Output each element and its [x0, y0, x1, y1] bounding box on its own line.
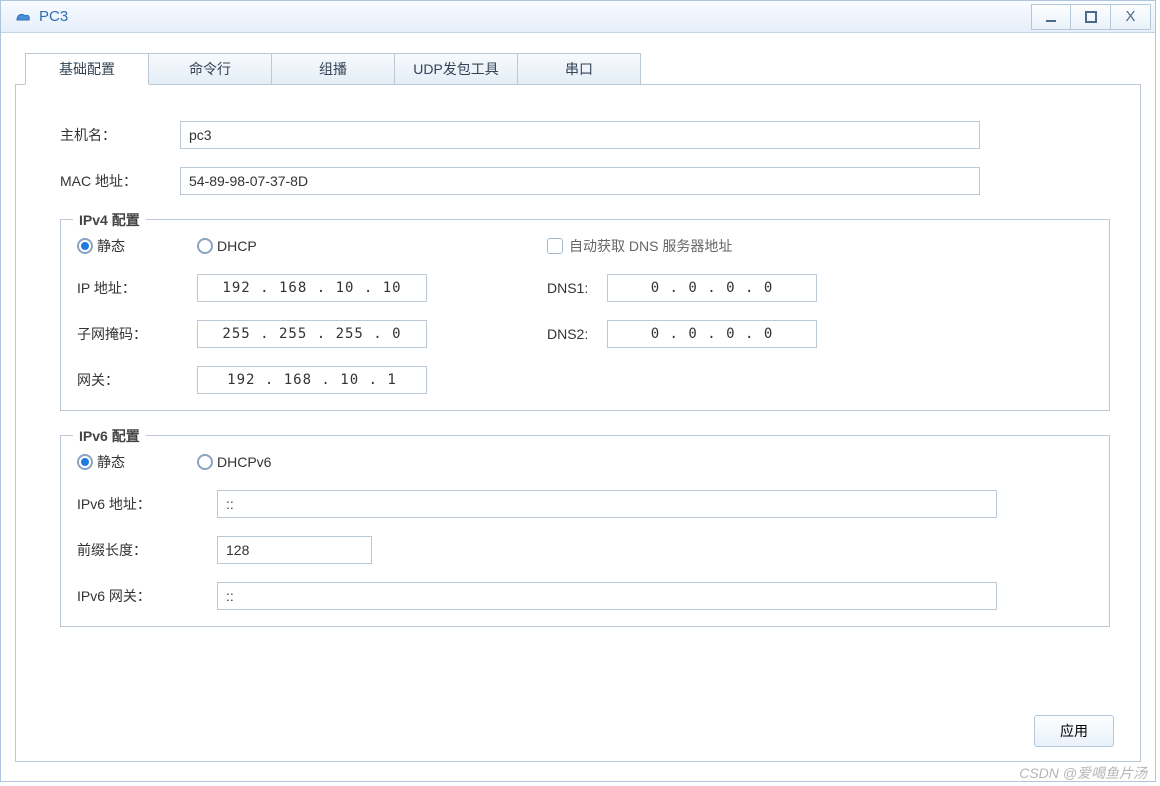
content-area: 基础配置 命令行 组播 UDP发包工具 串口 主机名： MAC 地址： IPv4… [1, 33, 1155, 770]
tab-label: 串口 [565, 59, 593, 79]
apply-button[interactable]: 应用 [1034, 715, 1114, 747]
ipv4-fieldset: IPv4 配置 静态 DHCP 自动获取 DNS 服务器地址 [60, 219, 1110, 411]
ipv6-addr-label: IPv6 地址： [77, 494, 217, 514]
config-panel: 主机名： MAC 地址： IPv4 配置 静态 DHCP [15, 84, 1141, 762]
dns1-label: DNS1: [547, 280, 607, 296]
ipv6-dhcp-label: DHCPv6 [217, 454, 271, 470]
ipv6-fieldset: IPv6 配置 静态 DHCPv6 IPv6 地址： [60, 435, 1110, 627]
mask-label: 子网掩码： [77, 324, 197, 344]
gateway-label: 网关： [77, 370, 197, 390]
mac-row: MAC 地址： [60, 167, 1110, 195]
hostname-label: 主机名： [60, 125, 180, 145]
hostname-row: 主机名： [60, 121, 1110, 149]
tab-label: 基础配置 [59, 59, 115, 79]
minimize-button[interactable] [1031, 4, 1071, 30]
tab-label: UDP发包工具 [413, 59, 499, 79]
dns1-input[interactable]: 0 . 0 . 0 . 0 [607, 274, 817, 302]
ipv6-legend: IPv6 配置 [73, 426, 146, 446]
ipv6-static-radio[interactable]: 静态 [77, 452, 197, 472]
ipv6-prefix-input[interactable] [217, 536, 372, 564]
ipv6-gw-label: IPv6 网关： [77, 586, 217, 606]
ipv6-dhcp-radio[interactable]: DHCPv6 [197, 454, 271, 470]
ip-input[interactable]: 192 . 168 . 10 . 10 [197, 274, 427, 302]
mac-input[interactable] [180, 167, 980, 195]
autodns-checkbox[interactable]: 自动获取 DNS 服务器地址 [547, 236, 732, 256]
ipv4-static-radio[interactable]: 静态 [77, 236, 197, 256]
tab-serial[interactable]: 串口 [517, 53, 641, 85]
ipv6-prefix-label: 前缀长度： [77, 540, 217, 560]
app-window: PC3 X 基础配置 命令行 组播 UDP发包工具 串口 主机名： [0, 0, 1156, 782]
radio-unchecked-icon [197, 454, 213, 470]
tab-basic-config[interactable]: 基础配置 [25, 53, 149, 85]
dns2-label: DNS2: [547, 326, 607, 342]
tabs: 基础配置 命令行 组播 UDP发包工具 串口 [25, 53, 1141, 85]
tab-label: 组播 [319, 59, 347, 79]
radio-checked-icon [77, 454, 93, 470]
maximize-button[interactable] [1071, 4, 1111, 30]
radio-checked-icon [77, 238, 93, 254]
ipv4-static-label: 静态 [97, 236, 125, 256]
app-icon [13, 7, 33, 27]
ip-label: IP 地址： [77, 278, 197, 298]
tab-multicast[interactable]: 组播 [271, 53, 395, 85]
radio-unchecked-icon [197, 238, 213, 254]
tab-udp-tool[interactable]: UDP发包工具 [394, 53, 518, 85]
ipv4-dhcp-radio[interactable]: DHCP [197, 238, 427, 254]
checkbox-unchecked-icon [547, 238, 563, 254]
mac-label: MAC 地址： [60, 171, 180, 191]
mask-input[interactable]: 255 . 255 . 255 . 0 [197, 320, 427, 348]
ipv6-addr-input[interactable] [217, 490, 997, 518]
tab-label: 命令行 [189, 59, 231, 79]
autodns-label: 自动获取 DNS 服务器地址 [569, 236, 732, 256]
ipv4-dhcp-label: DHCP [217, 238, 257, 254]
hostname-input[interactable] [180, 121, 980, 149]
window-buttons: X [1031, 4, 1151, 30]
gateway-input[interactable]: 192 . 168 . 10 . 1 [197, 366, 427, 394]
window-title: PC3 [39, 8, 1031, 25]
ipv6-gw-input[interactable] [217, 582, 997, 610]
ipv6-static-label: 静态 [97, 452, 125, 472]
ipv4-legend: IPv4 配置 [73, 210, 146, 230]
tab-cli[interactable]: 命令行 [148, 53, 272, 85]
dns2-input[interactable]: 0 . 0 . 0 . 0 [607, 320, 817, 348]
close-button[interactable]: X [1111, 4, 1151, 30]
titlebar: PC3 X [1, 1, 1155, 33]
